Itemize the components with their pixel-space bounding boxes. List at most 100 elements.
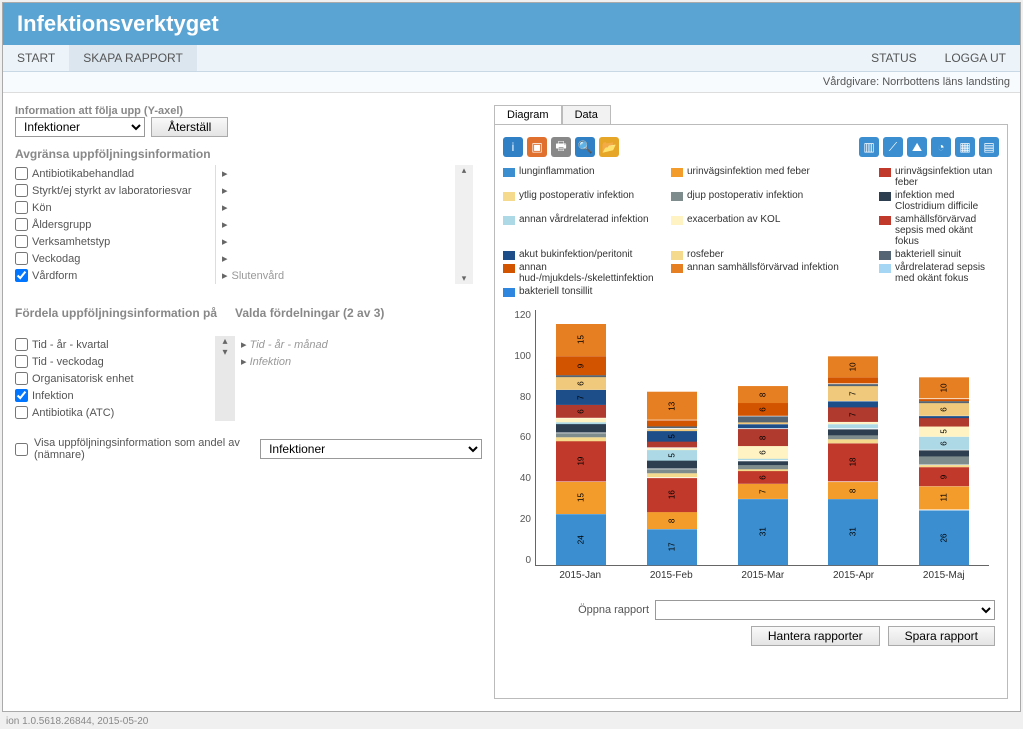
vardgivare-label: Vårdgivare: Norrbottens läns landsting xyxy=(3,72,1020,93)
legend-item: annan vårdrelaterad infektion xyxy=(503,213,663,248)
zoom-icon[interactable]: 🔍 xyxy=(575,137,595,157)
andel-checkbox[interactable] xyxy=(15,443,28,456)
bar-segment xyxy=(556,418,606,422)
bar-segment: 31 xyxy=(738,499,788,565)
legend-item: annan hud-/mjukdels-/skelettinfektion xyxy=(503,261,663,285)
bar-segment: 6 xyxy=(556,377,606,390)
bar-segment xyxy=(828,424,878,428)
bar-segment xyxy=(828,422,878,424)
chevron-right-icon: ▸ xyxy=(222,235,228,248)
chevron-right-icon: ▸ xyxy=(241,356,247,368)
open-report-select[interactable] xyxy=(655,600,995,620)
x-tick: 2015-Mar xyxy=(741,570,784,590)
filter-checkbox[interactable] xyxy=(15,269,28,282)
areachart-icon[interactable]: ⛰ xyxy=(907,137,927,157)
distrib-selected-item[interactable]: ▸ Tid - år - månad xyxy=(235,336,475,353)
other-chart-icon[interactable]: ▤ xyxy=(979,137,999,157)
reset-button[interactable]: Återställ xyxy=(151,117,228,137)
distrib-checkbox[interactable] xyxy=(15,372,28,385)
legend-swatch xyxy=(503,192,515,201)
legend-swatch xyxy=(671,251,683,260)
filter-checkbox[interactable] xyxy=(15,218,28,231)
scroll-handle[interactable]: ▴ ▾ xyxy=(215,336,235,421)
chevron-right-icon: ▸ xyxy=(222,184,228,197)
distrib-selected-title: Valda fördelningar (2 av 3) xyxy=(235,306,384,320)
filter-checkbox[interactable] xyxy=(15,235,28,248)
subtab-diagram[interactable]: Diagram xyxy=(494,105,562,124)
distrib-checkbox[interactable] xyxy=(15,355,28,368)
bar-segment xyxy=(919,450,969,456)
y-tick: 20 xyxy=(507,514,531,525)
filter-checkbox[interactable] xyxy=(15,252,28,265)
bar-segment xyxy=(738,422,788,424)
bar-segment xyxy=(919,465,969,467)
app-title: Infektionsverktyget xyxy=(3,3,1020,45)
legend-item: vårdrelaterad sepsis med okänt fokus xyxy=(879,261,999,285)
yaxis-select[interactable]: Infektioner xyxy=(15,117,145,137)
subtab-data[interactable]: Data xyxy=(562,105,611,124)
x-tick: 2015-Apr xyxy=(833,570,874,590)
filter-flyout[interactable]: ▸ xyxy=(215,182,455,199)
legend-label: urinvägsinfektion utan feber xyxy=(895,166,999,188)
bar-segment xyxy=(738,416,788,422)
bar-segment: 10 xyxy=(919,377,969,398)
hantera-rapporter-button[interactable]: Hantera rapporter xyxy=(751,626,880,646)
filter-flyout[interactable]: ▸ Slutenvård xyxy=(215,267,455,284)
chevron-right-icon: ▸ xyxy=(222,218,228,231)
tab-start[interactable]: START xyxy=(3,45,69,71)
distrib-label: Tid - år - kvartal xyxy=(32,339,109,351)
filter-flyout[interactable]: ▸ xyxy=(215,199,455,216)
bar-segment: 6 xyxy=(738,471,788,484)
y-tick: 60 xyxy=(507,432,531,443)
bar-segment: 8 xyxy=(647,512,697,529)
legend-swatch xyxy=(671,264,683,273)
distrib-checkbox[interactable] xyxy=(15,389,28,402)
x-tick: 2015-Maj xyxy=(923,570,965,590)
linechart-icon[interactable]: ⟋ xyxy=(883,137,903,157)
tab-skapa-rapport[interactable]: SKAPA RAPPORT xyxy=(69,45,197,71)
export-icon[interactable]: ▣ xyxy=(527,137,547,157)
chevron-up-icon: ▴ xyxy=(462,165,467,176)
print-icon[interactable]: 🖶 xyxy=(551,137,571,157)
filter-flyout[interactable]: ▸ xyxy=(215,165,455,182)
distrib-checkbox[interactable] xyxy=(15,406,28,419)
filter-flyout[interactable]: ▸ xyxy=(215,216,455,233)
info-icon[interactable]: i xyxy=(503,137,523,157)
tab-status[interactable]: STATUS xyxy=(857,45,931,71)
bar-segment xyxy=(828,435,878,439)
filter-flyout[interactable]: ▸ xyxy=(215,250,455,267)
filter-row: Styrkt/ej styrkt av laboratoriesvar xyxy=(15,182,215,199)
bar: 178165513 xyxy=(647,392,697,565)
filter-flyout[interactable]: ▸ xyxy=(215,233,455,250)
bar-segment xyxy=(647,420,697,426)
barchart-icon[interactable]: ▥ xyxy=(859,137,879,157)
filter-checkbox[interactable] xyxy=(15,184,28,197)
distrib-label: Infektion xyxy=(32,390,74,402)
filter-checkbox[interactable] xyxy=(15,167,28,180)
chart-panel: i ▣ 🖶 🔍 📂 ▥ ⟋ ⛰ ◔ ▦ ▤ lung xyxy=(494,124,1008,699)
bar-segment: 6 xyxy=(556,405,606,418)
andel-label: Visa uppföljningsinformation som andel a… xyxy=(34,437,254,461)
andel-select[interactable]: Infektioner xyxy=(260,439,482,459)
legend-swatch xyxy=(503,264,515,273)
tab-logout[interactable]: LOGGA UT xyxy=(931,45,1020,71)
bar-segment: 8 xyxy=(738,386,788,403)
piechart-icon[interactable]: ◔ xyxy=(931,137,951,157)
stackedbar-icon[interactable]: ▦ xyxy=(955,137,975,157)
bar-segment xyxy=(919,416,969,418)
legend-swatch xyxy=(879,168,891,177)
spara-rapport-button[interactable]: Spara rapport xyxy=(888,626,995,646)
legend-item: urinvägsinfektion utan feber xyxy=(879,165,999,189)
folder-icon[interactable]: 📂 xyxy=(599,137,619,157)
distrib-selected-item[interactable]: ▸ Infektion xyxy=(235,353,475,370)
legend-item: djup postoperativ infektion xyxy=(671,189,871,213)
distrib-option: Antibiotika (ATC) xyxy=(15,404,215,421)
bar-segment: 5 xyxy=(647,450,697,461)
legend-item: lunginflammation xyxy=(503,165,663,189)
legend-label: vårdrelaterad sepsis med okänt fokus xyxy=(895,262,999,284)
filter-scrollbar[interactable]: ▴▾ xyxy=(455,165,473,284)
x-tick: 2015-Feb xyxy=(650,570,693,590)
filter-checkbox[interactable] xyxy=(15,201,28,214)
distrib-option: Tid - år - kvartal xyxy=(15,336,215,353)
distrib-checkbox[interactable] xyxy=(15,338,28,351)
